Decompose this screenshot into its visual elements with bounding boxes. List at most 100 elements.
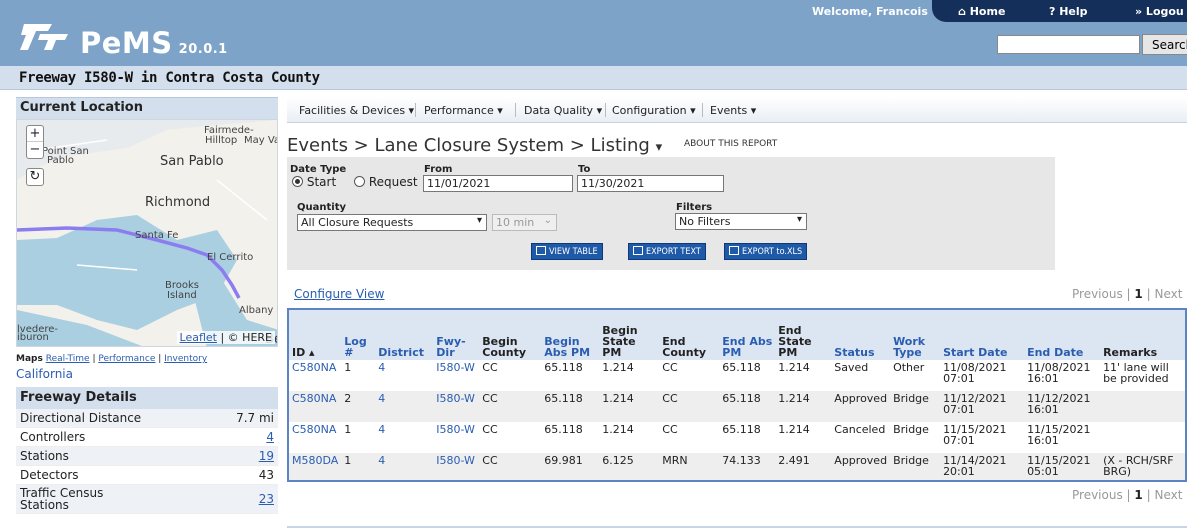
menu-divider	[515, 103, 516, 117]
next-page-link[interactable]: Next	[1154, 488, 1182, 502]
col-remarks: Remarks	[1100, 310, 1185, 360]
home-link[interactable]: ⌂ Home	[958, 5, 1005, 18]
location-bar: Freeway I580-W in Contra Costa County	[0, 66, 1187, 90]
stations-count-link[interactable]: 19	[259, 449, 274, 463]
export-text-button[interactable]: EXPORT TEXT	[628, 243, 706, 260]
dropdown-caret-icon: ▾	[796, 214, 802, 225]
col-start-date[interactable]: Start Date	[940, 310, 1025, 360]
left-sidebar: Current Location Fairmede- Hilltop May V…	[16, 97, 278, 514]
row-id-link[interactable]: M580DA	[289, 453, 342, 480]
row-id-link[interactable]: C580NA	[289, 391, 342, 422]
map-label: Hilltop	[205, 135, 238, 146]
filters-select[interactable]: No Filters ▾	[675, 213, 807, 230]
welcome-menu[interactable]: Welcome, Francois ⌄	[812, 5, 941, 18]
dropdown-caret-icon: ▾	[476, 215, 482, 226]
col-end-date[interactable]: End Date	[1024, 310, 1101, 360]
caltrans-logo-icon	[20, 24, 68, 50]
detail-row: Directional Distance 7.7 mi	[16, 409, 278, 428]
leaflet-link[interactable]: Leaflet	[180, 331, 217, 344]
pager-top: Previous | 1 | Next	[1072, 287, 1183, 301]
table-icon	[536, 246, 546, 255]
quantity-label: Quantity	[297, 202, 346, 213]
previous-page-link[interactable]: Previous	[1072, 287, 1123, 301]
menu-divider	[415, 103, 416, 117]
dropdown-caret-icon: ⌄	[543, 215, 552, 226]
quantity-select[interactable]: All Closure Requests ▾	[297, 214, 487, 231]
menu-performance[interactable]: Performance ▾	[424, 104, 503, 117]
col-begin-abs-pm[interactable]: Begin Abs PM	[541, 310, 600, 360]
app-header: PeMS20.0.1 Welcome, Francois ⌄ ⌂ Home ? …	[0, 0, 1187, 66]
maps-performance-link[interactable]: Performance	[98, 354, 155, 364]
map-label: May Val	[244, 135, 277, 146]
map-label: Santa Fe	[135, 230, 179, 241]
logout-link[interactable]: » Logou	[1135, 5, 1184, 18]
location-map[interactable]: Fairmede- Hilltop May Val Point San Pabl…	[16, 119, 278, 347]
configure-view-link[interactable]: Configure View	[294, 287, 384, 301]
table-row: M580DA 1 4 I580-W CC 69.981 6.125 MRN 74.133 2.49…	[289, 453, 1185, 480]
breadcrumb-menu-caret[interactable]: ▾	[656, 140, 663, 155]
menu-facilities-devices[interactable]: Facilities & Devices ▾	[299, 104, 414, 117]
col-end-abs-pm[interactable]: End Abs PM	[719, 310, 776, 360]
col-id[interactable]: ID ▴	[289, 310, 342, 360]
app-version: 20.0.1	[178, 42, 228, 57]
detail-row: Detectors 43	[16, 466, 278, 485]
to-label: To	[578, 164, 591, 175]
menu-data-quality[interactable]: Data Quality ▾	[524, 104, 602, 117]
zoom-in-icon[interactable]: +	[27, 126, 43, 142]
help-link[interactable]: ? Help	[1049, 5, 1088, 18]
detail-row: Controllers 4	[16, 428, 278, 447]
previous-page-link[interactable]: Previous	[1072, 488, 1123, 502]
row-id-link[interactable]: C580NA	[289, 360, 342, 391]
col-work-type[interactable]: Work Type	[890, 310, 941, 360]
row-id-link[interactable]: C580NA	[289, 422, 342, 453]
detail-row: Traffic Census Stations 23	[16, 485, 278, 514]
from-label: From	[424, 164, 453, 175]
from-date-field[interactable]: 11/01/2021	[423, 175, 573, 192]
col-end-county[interactable]: End County	[659, 310, 720, 360]
reset-view-icon[interactable]: ↻	[26, 168, 44, 186]
search-input[interactable]	[997, 35, 1140, 54]
map-attribution: Leaflet | © HERE	[176, 331, 275, 344]
controllers-count-link[interactable]: 4	[266, 430, 274, 444]
col-log[interactable]: Log #	[341, 310, 376, 360]
date-type-label: Date Type	[290, 164, 347, 175]
about-report-link[interactable]: ABOUT THIS REPORT	[684, 139, 777, 149]
closures-table: ID ▴ Log # District Fwy-Dir Begin County…	[287, 308, 1187, 482]
current-location-heading: Current Location	[16, 97, 278, 119]
state-link[interactable]: California	[16, 367, 278, 381]
main-menu: Facilities & Devices ▾ Performance ▾ Dat…	[287, 97, 1187, 123]
date-type-request-radio[interactable]: Request	[354, 175, 418, 189]
maps-realtime-link[interactable]: Real-Time	[46, 354, 90, 364]
menu-divider	[605, 103, 606, 117]
col-end-state-pm[interactable]: End State PM	[775, 310, 832, 360]
date-type-start-radio[interactable]: Start	[292, 175, 336, 189]
section-divider	[287, 526, 1187, 528]
col-fwy-dir[interactable]: Fwy-Dir	[433, 310, 480, 360]
export-icon	[729, 246, 739, 255]
map-label: Richmond	[145, 195, 211, 210]
page-title: Freeway I580-W in Contra Costa County	[19, 70, 320, 86]
menu-configuration[interactable]: Configuration ▾	[612, 104, 696, 117]
search-button[interactable]: Search	[1142, 34, 1187, 55]
radio-empty-icon	[354, 176, 365, 187]
col-begin-county[interactable]: Begin County	[479, 310, 542, 360]
table-row: C580NA 1 4 I580-W CC 65.118 1.214 CC 65.118 1.214…	[289, 422, 1185, 453]
maps-inventory-link[interactable]: Inventory	[164, 354, 207, 364]
census-stations-count-link[interactable]: 23	[259, 493, 274, 505]
col-district[interactable]: District	[375, 310, 434, 360]
col-status[interactable]: Status	[831, 310, 891, 360]
detail-row: Stations 19	[16, 447, 278, 466]
table-header-row: ID ▴ Log # District Fwy-Dir Begin County…	[289, 310, 1185, 360]
col-begin-state-pm[interactable]: Begin State PM	[599, 310, 660, 360]
view-table-button[interactable]: VIEW TABLE	[531, 243, 603, 260]
app-logo-text[interactable]: PeMS 20.0.1	[80, 26, 228, 60]
map-label: San Pablo	[160, 154, 224, 169]
to-date-field[interactable]: 11/30/2021	[577, 175, 724, 192]
menu-events[interactable]: Events ▾	[710, 104, 756, 117]
next-page-link[interactable]: Next	[1154, 287, 1182, 301]
pager-bottom: Previous | 1 | Next	[1072, 488, 1183, 502]
export-icon	[633, 246, 643, 255]
export-xls-button[interactable]: EXPORT to.XLS	[724, 243, 808, 260]
map-label: Albany	[239, 305, 274, 316]
zoom-out-icon[interactable]: −	[27, 142, 43, 158]
